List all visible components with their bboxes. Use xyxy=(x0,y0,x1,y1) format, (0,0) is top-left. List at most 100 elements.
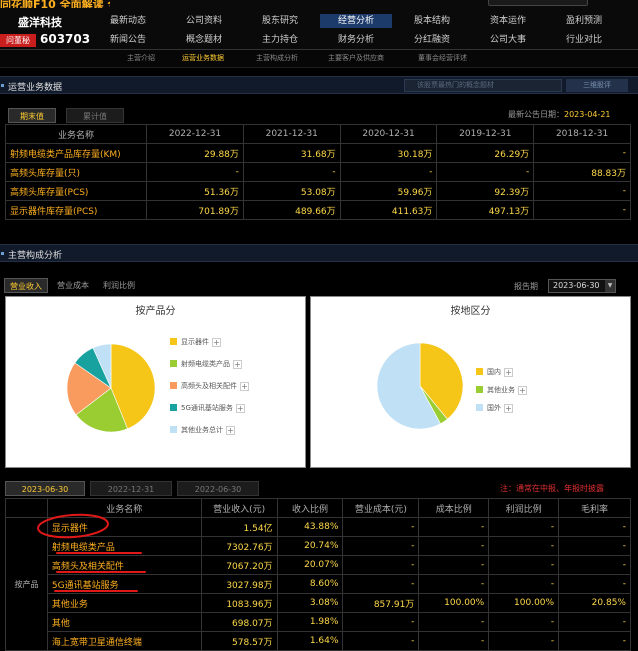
business-name[interactable]: 射频电缆类产品库存量(KM) xyxy=(4,143,148,163)
table-cell: 7067.20万 xyxy=(200,555,278,575)
table-cell: 1.98% xyxy=(276,612,344,632)
menu-item-row1-3[interactable]: 经营分析 xyxy=(320,14,392,28)
business-name[interactable]: 高频头库存量(只) xyxy=(4,162,148,182)
table-cell: - xyxy=(342,536,420,556)
table-cell: 100.00% xyxy=(488,593,560,613)
tab-period-2022-12-31[interactable]: 2022-12-31 xyxy=(90,481,172,496)
subnav-item-ops-data[interactable]: 运营业务数据 xyxy=(182,53,224,63)
column-header: 2020-12-31 xyxy=(339,124,438,144)
legend-swatch xyxy=(170,360,177,367)
concept-search-button[interactable]: 三维股评 xyxy=(566,79,628,92)
table-cell: 698.07万 xyxy=(200,612,278,632)
expand-plus-icon[interactable]: + xyxy=(235,404,245,413)
ask-secretary-button[interactable]: 问董秘 xyxy=(0,34,36,47)
table-cell: - xyxy=(418,631,490,651)
table-cell: - xyxy=(488,612,560,632)
menu-item-row1-6[interactable]: 盈利预测 xyxy=(548,14,620,28)
comp-section-title: 主营构成分析 xyxy=(8,251,63,261)
legend-item[interactable]: 其他业务总计 + xyxy=(170,425,235,435)
legend-swatch xyxy=(170,404,177,411)
legend-swatch xyxy=(476,404,483,411)
table-cell: - xyxy=(342,612,420,632)
expand-plus-icon[interactable]: + xyxy=(233,360,242,369)
table-cell: 8.60% xyxy=(276,574,344,594)
menu-item-row2-3[interactable]: 财务分析 xyxy=(320,33,392,47)
menu-item-row2-4[interactable]: 分红融资 xyxy=(396,33,468,47)
business-name[interactable]: 显示器件库存量(PCS) xyxy=(4,200,148,220)
table-cell: 92.39万 xyxy=(436,181,535,201)
legend-item[interactable]: 显示器件 + xyxy=(170,337,221,347)
legend-label: 其他业务总计 xyxy=(181,426,223,434)
table-cell: - xyxy=(558,555,631,575)
table-cell: 489.66万 xyxy=(242,200,341,220)
table-cell: 20.85% xyxy=(558,593,631,613)
subnav-item-customers[interactable]: 主要客户及供应商 xyxy=(328,53,384,63)
table-cell: - xyxy=(533,143,631,163)
subnav-item-board-review[interactable]: 董事会经营评述 xyxy=(418,53,467,63)
table-cell: - xyxy=(418,536,490,556)
expand-plus-icon[interactable]: + xyxy=(226,426,235,435)
legend-item[interactable]: 国外 + xyxy=(476,403,513,413)
tab-period-2022-06-30[interactable]: 2022-06-30 xyxy=(177,481,259,496)
product-pie-chart xyxy=(66,343,156,433)
table-cell: 29.88万 xyxy=(146,143,244,163)
expand-plus-icon[interactable]: + xyxy=(518,386,527,395)
ops-data-table: 业务名称 2022-12-31 2021-12-31 2020-12-31 2019-1… xyxy=(4,124,631,220)
legend-label: 高频头及相关配件 xyxy=(181,382,237,390)
top-search-input[interactable] xyxy=(488,0,588,6)
tab-cumulative[interactable]: 累计值 xyxy=(66,108,124,123)
table-cell: 3027.98万 xyxy=(200,574,278,594)
table-cell: 1.54亿 xyxy=(200,517,278,537)
expand-plus-icon[interactable]: + xyxy=(504,368,513,377)
report-period-value: 2023-06-30 xyxy=(553,281,600,290)
table-cell: - xyxy=(488,555,560,575)
table-cell: 31.68万 xyxy=(242,143,341,163)
section-marker xyxy=(1,84,4,87)
legend-swatch xyxy=(476,368,483,375)
tab-revenue[interactable]: 营业收入 xyxy=(4,278,48,293)
legend-label: 其他业务 xyxy=(487,386,515,394)
tab-period-end[interactable]: 期末值 xyxy=(8,108,56,123)
stock-code: 603703 xyxy=(40,32,91,46)
table-cell: - xyxy=(146,162,244,182)
table-cell: 51.36万 xyxy=(146,181,244,201)
report-period-select[interactable]: 2023-06-30 ▼ xyxy=(548,279,616,293)
table-cell: 59.96万 xyxy=(339,181,438,201)
table-cell: - xyxy=(342,574,420,594)
menu-item-row2-1[interactable]: 概念题材 xyxy=(168,33,240,47)
tab-period-2023-06-30[interactable]: 2023-06-30 xyxy=(5,481,85,496)
expand-plus-icon[interactable]: + xyxy=(240,382,249,391)
legend-item[interactable]: 射频电缆类产品 + xyxy=(170,359,242,369)
legend-item[interactable]: 其他业务 + xyxy=(476,385,527,395)
menu-item-row1-1[interactable]: 公司资料 xyxy=(168,14,240,28)
tab-cost[interactable]: 营业成本 xyxy=(52,278,94,293)
menu-item-row2-5[interactable]: 公司大事 xyxy=(472,33,544,47)
legend-item[interactable]: 高频头及相关配件 + xyxy=(170,381,249,391)
subnav-item-composition[interactable]: 主营构成分析 xyxy=(256,53,298,63)
legend-item[interactable]: 5G通讯基站服务 + xyxy=(170,403,245,413)
expand-plus-icon[interactable]: + xyxy=(212,338,221,347)
menu-item-row2-2[interactable]: 主力持仓 xyxy=(244,33,316,47)
legend-item[interactable]: 国内 + xyxy=(476,367,513,377)
business-name[interactable]: 其他 xyxy=(46,612,202,632)
table-cell: - xyxy=(418,555,490,575)
menu-item-row1-0[interactable]: 最新动态 xyxy=(92,14,164,28)
menu-item-row2-0[interactable]: 新闻公告 xyxy=(92,33,164,47)
expand-plus-icon[interactable]: + xyxy=(504,404,513,413)
column-header: 毛利率 xyxy=(558,498,631,518)
menu-item-row2-6[interactable]: 行业对比 xyxy=(548,33,620,47)
column-header: 2022-12-31 xyxy=(146,124,244,144)
menu-item-row1-4[interactable]: 股本结构 xyxy=(396,14,468,28)
concept-search-input[interactable]: 该股票最热门的概念题材 xyxy=(404,79,562,92)
business-name[interactable]: 海上宽带卫星通信终端 xyxy=(46,631,202,651)
subnav-item-main-intro[interactable]: 主营介绍 xyxy=(127,53,155,63)
ops-section-header: 运营业务数据 该股票最热门的概念题材 三维股评 xyxy=(0,76,638,94)
table-cell: 1.64% xyxy=(276,631,344,651)
menu-item-row1-5[interactable]: 资本运作 xyxy=(472,14,544,28)
column-header: 营业收入(元) xyxy=(200,498,278,518)
menu-item-row1-2[interactable]: 股东研究 xyxy=(244,14,316,28)
business-name[interactable]: 高频头库存量(PCS) xyxy=(4,181,148,201)
tab-profit-ratio[interactable]: 利润比例 xyxy=(98,278,140,293)
business-name[interactable]: 其他业务 xyxy=(46,593,202,613)
product-pie-panel: 按产品分 显示器件 + 射频电缆类产品 + 高频头及相关配件 +5G通讯基站服务 + 其他业务… xyxy=(5,296,306,468)
